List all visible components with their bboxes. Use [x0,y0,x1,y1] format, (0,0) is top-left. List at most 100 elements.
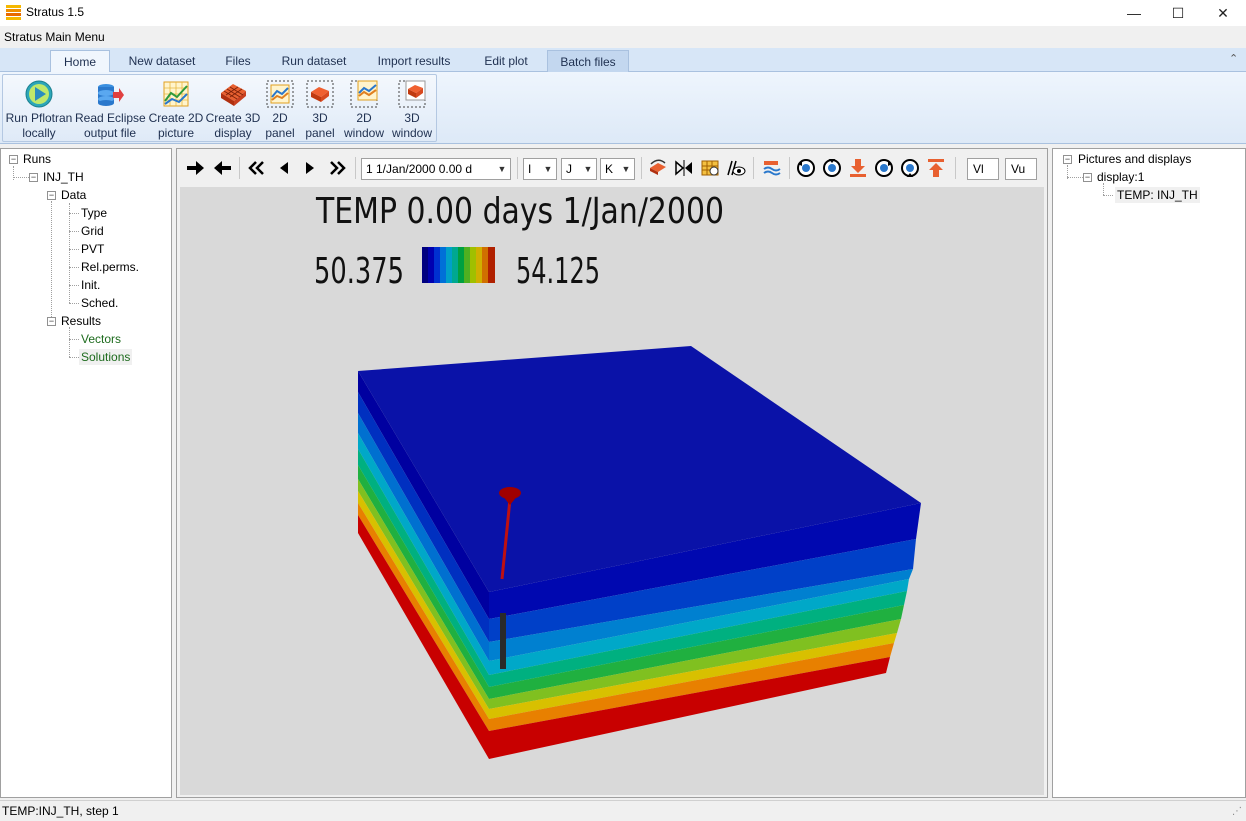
previous-step-icon[interactable] [273,157,295,179]
2d-window-button[interactable]: 2D window [341,79,387,141]
stratus-app-icon [6,5,21,20]
maximize-button[interactable]: ☐ [1155,0,1201,26]
collapse-pictures-icon[interactable]: − [1063,155,1072,164]
tab-batch-files[interactable]: Batch files [547,50,629,72]
rotate-right-icon[interactable] [873,157,895,179]
tree-item-vectors[interactable]: Vectors [81,331,121,347]
tree-node-data[interactable]: Data [61,187,86,203]
minimize-button[interactable]: — [1111,0,1157,26]
reservoir-3d-render: TEMP 0.00 days 1/Jan/2000 50.375 54.125 [314,191,921,759]
3d-panel-button[interactable]: 3D panel [301,79,339,141]
tree-node-pictures[interactable]: Pictures and displays [1078,151,1191,167]
create-3d-display-button[interactable]: Create 3D display [205,79,261,141]
collapse-data-icon[interactable]: − [47,191,56,200]
run-pflotran-button[interactable]: Run Pflotran locally [5,79,73,141]
i-index-select[interactable]: I ▼ [523,158,557,180]
back-arrow-icon[interactable] [211,157,233,179]
rotate-down-icon[interactable] [899,157,921,179]
2d-window-label: 2D window [343,111,385,140]
3d-viewport[interactable]: TEMP 0.00 days 1/Jan/2000 50.375 54.125 [180,187,1044,795]
chevron-down-icon: ▼ [497,164,507,174]
2d-panel-label: 2D panel [265,111,295,140]
j-index-select[interactable]: J ▼ [561,158,597,180]
tab-new-dataset[interactable]: New dataset [116,50,208,72]
plot-title: TEMP 0.00 days 1/Jan/2000 [315,191,724,232]
grid-icon[interactable] [699,157,721,179]
play-icon [25,80,53,108]
rotate-up-icon[interactable] [821,157,843,179]
ribbon-tab-bar: Home New dataset Files Run dataset Impor… [0,48,1246,72]
j-index-value: J [566,162,572,176]
chart-2d-icon [163,81,189,107]
layers-swap-icon[interactable] [761,157,783,179]
read-eclipse-label: Read Eclipse output file [75,111,146,140]
tab-files[interactable]: Files [212,50,264,72]
forward-arrow-icon[interactable] [185,157,207,179]
time-step-value: 1 1/Jan/2000 0.00 d [366,162,473,176]
next-step-icon[interactable] [299,157,321,179]
tree-item-init[interactable]: Init. [81,277,100,293]
database-import-icon [98,84,124,106]
flip-icon[interactable] [673,157,695,179]
rotate-left-icon[interactable] [795,157,817,179]
close-icon: ✕ [1217,4,1229,21]
rotate-view-icon[interactable] [647,157,669,179]
title-bar: Stratus 1.5 — ☐ ✕ [0,0,1246,26]
collapse-results-icon[interactable]: − [47,317,56,326]
read-eclipse-button[interactable]: Read Eclipse output file [75,79,146,141]
collapse-runs-icon[interactable]: − [9,155,18,164]
tree-item-sched[interactable]: Sched. [81,295,118,311]
ribbon-collapse-icon[interactable]: ⌃ [1229,52,1238,65]
tree-item-grid[interactable]: Grid [81,223,104,239]
window-title: Stratus 1.5 [26,5,85,19]
collapse-display-icon[interactable]: − [1083,173,1092,182]
tree-item-pvt[interactable]: PVT [81,241,104,257]
collapse-run-icon[interactable]: − [29,173,38,182]
create-3d-display-label: Create 3D display [205,111,261,140]
status-bar: TEMP:INJ_TH, step 1 [0,800,1246,821]
tree-node-results[interactable]: Results [61,313,101,329]
chevron-down-icon: ▼ [543,164,553,174]
tab-import-results[interactable]: Import results [364,50,464,72]
close-button[interactable]: ✕ [1200,0,1246,26]
resize-grip-icon[interactable]: ⋰ [1232,806,1242,817]
value-lower-input[interactable]: Vl [967,158,999,180]
k-index-select[interactable]: K ▼ [600,158,635,180]
pictures-tree-panel: − Pictures and displays − display:1 TEMP… [1052,148,1246,798]
chevron-down-icon: ▼ [583,164,593,174]
create-2d-picture-button[interactable]: Create 2D picture [147,79,205,141]
scale-min-label: 50.375 [314,251,404,292]
k-index-value: K [605,162,614,176]
panel-2d-icon [266,80,294,108]
tree-item-relperms[interactable]: Rel.perms. [81,259,139,275]
tab-home[interactable]: Home [50,50,110,72]
chevron-down-icon: ▼ [621,164,631,174]
tab-edit-plot[interactable]: Edit plot [470,50,542,72]
time-step-select[interactable]: 1 1/Jan/2000 0.00 d ▼ [361,158,511,180]
runs-tree-panel: − Runs − INJ_TH − Data Type Grid PVT Rel… [0,148,172,798]
last-step-icon[interactable] [327,157,349,179]
visibility-eye-icon[interactable] [725,157,747,179]
ribbon-home-group: Run Pflotran locally Read Eclipse output… [2,74,437,142]
tree-node-display[interactable]: display:1 [1097,169,1144,185]
tree-item-temp-inj-th[interactable]: TEMP: INJ_TH [1115,187,1200,203]
viewer-toolbar: 1 1/Jan/2000 0.00 d ▼ I ▼ J ▼ K ▼ Vl Vu [177,149,1047,187]
status-text: TEMP:INJ_TH, step 1 [2,804,119,818]
tab-run-dataset[interactable]: Run dataset [270,50,358,72]
value-upper-input[interactable]: Vu [1005,158,1037,180]
first-step-icon[interactable] [245,157,267,179]
2d-panel-button[interactable]: 2D panel [261,79,299,141]
tree-item-solutions[interactable]: Solutions [79,349,133,365]
viewer-panel: 1 1/Jan/2000 0.00 d ▼ I ▼ J ▼ K ▼ Vl Vu … [176,148,1048,798]
run-pflotran-label: Run Pflotran locally [5,111,73,140]
tree-item-type[interactable]: Type [81,205,107,221]
move-up-icon[interactable] [925,157,947,179]
window-3d-icon [398,80,426,108]
tree-node-run[interactable]: INJ_TH [43,169,84,185]
grid-3d-icon [221,84,246,106]
3d-window-button[interactable]: 3D window [389,79,435,141]
i-index-value: I [528,162,532,176]
panel-3d-icon [306,80,334,108]
move-down-icon[interactable] [847,157,869,179]
tree-node-runs[interactable]: Runs [23,151,51,167]
